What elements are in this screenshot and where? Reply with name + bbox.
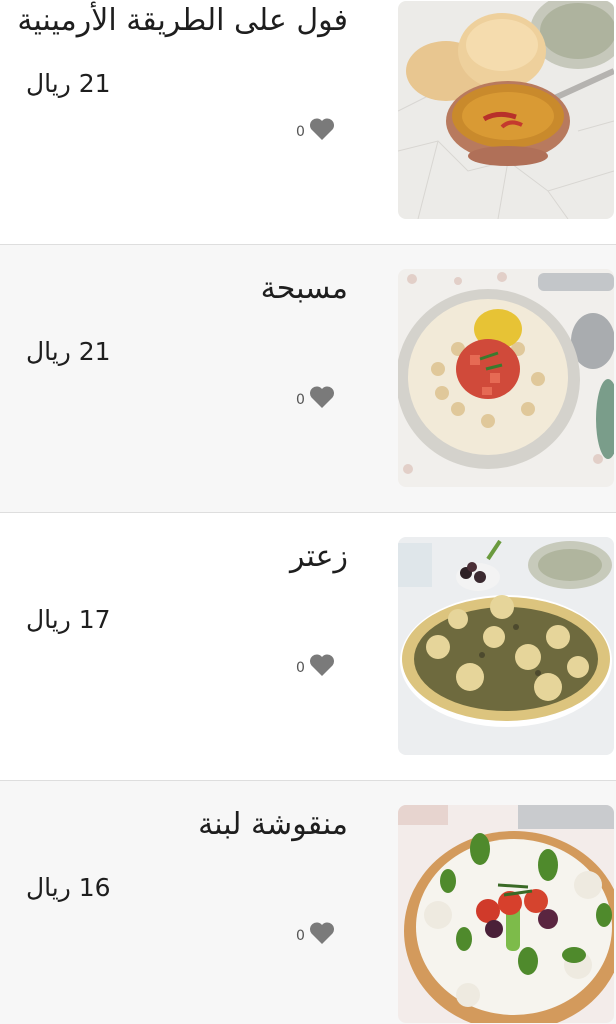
item-price: 21 ريال bbox=[26, 69, 111, 98]
heart-icon[interactable] bbox=[309, 921, 335, 945]
item-name: فول على الطريقة الأرمينية bbox=[17, 3, 348, 38]
like-count: 0 bbox=[296, 124, 305, 140]
item-name: منقوشة لبنة bbox=[198, 807, 348, 842]
like-button[interactable]: 0 bbox=[296, 653, 335, 677]
like-button[interactable]: 0 bbox=[296, 921, 335, 945]
item-photo[interactable] bbox=[398, 537, 614, 755]
heart-icon[interactable] bbox=[309, 385, 335, 409]
item-name: زعتر bbox=[290, 539, 348, 574]
menu-item-labneh[interactable]: منقوشة لبنة 16 ريال 0 bbox=[0, 781, 616, 1024]
menu-item-msabaha[interactable]: مسبحة 21 ريال 0 bbox=[0, 245, 616, 513]
like-button[interactable]: 0 bbox=[296, 385, 335, 409]
item-photo[interactable] bbox=[398, 805, 614, 1023]
item-photo[interactable] bbox=[398, 1, 614, 219]
item-price: 16 ريال bbox=[26, 873, 111, 902]
like-count: 0 bbox=[296, 928, 305, 944]
like-count: 0 bbox=[296, 392, 305, 408]
heart-icon[interactable] bbox=[309, 117, 335, 141]
item-price: 17 ريال bbox=[26, 605, 111, 634]
item-photo[interactable] bbox=[398, 269, 614, 487]
like-button[interactable]: 0 bbox=[296, 117, 335, 141]
like-count: 0 bbox=[296, 660, 305, 676]
menu-item-zaatar[interactable]: زعتر 17 ريال 0 bbox=[0, 513, 616, 781]
item-name: مسبحة bbox=[260, 271, 348, 306]
item-price: 21 ريال bbox=[26, 337, 111, 366]
heart-icon[interactable] bbox=[309, 653, 335, 677]
menu-list: فول على الطريقة الأرمينية 21 ريال 0 مسبح… bbox=[0, 0, 616, 1024]
menu-item-foul[interactable]: فول على الطريقة الأرمينية 21 ريال 0 bbox=[0, 0, 616, 245]
